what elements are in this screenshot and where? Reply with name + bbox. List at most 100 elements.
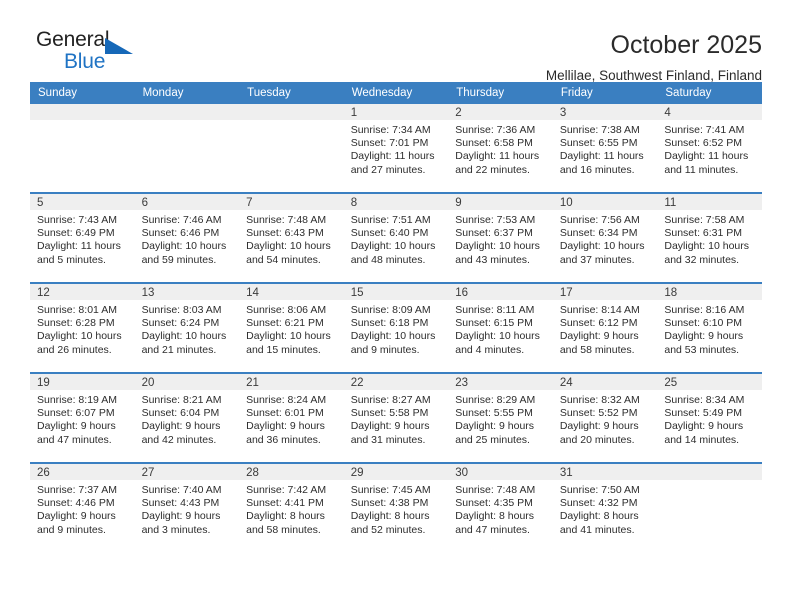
calendar-day-cell[interactable]: 18 Sunrise: 8:16 AM Sunset: 6:10 PM Dayligh… [657, 282, 762, 373]
sunrise-text: Sunrise: 7:41 AM [664, 124, 745, 136]
calendar-day-cell[interactable]: 1 Sunrise: 7:34 AM Sunset: 7:01 PM Daylight… [343, 104, 449, 193]
calendar-day-cell[interactable]: 22 Sunrise: 8:27 AM Sunset: 5:58 PM Dayligh… [343, 372, 449, 463]
calendar-day-cell[interactable]: 17 Sunrise: 8:14 AM Sunset: 6:12 PM Dayligh… [552, 282, 658, 373]
calendar-day-cell[interactable]: 24 Sunrise: 8:32 AM Sunset: 5:52 PM Dayligh… [552, 372, 658, 463]
daylight-text: Daylight: 8 hours and 52 minutes. [350, 510, 430, 536]
logo-text-blue: Blue [64, 50, 106, 73]
calendar-day-cell[interactable]: 10 Sunrise: 7:56 AM Sunset: 6:34 PM Dayligh… [552, 192, 658, 283]
day-details: Sunrise: 8:24 AM Sunset: 6:01 PM Daylight:… [239, 390, 344, 447]
calendar-day-cell[interactable]: 9 Sunrise: 7:53 AM Sunset: 6:37 PM Daylight… [448, 192, 553, 283]
sunset-text: Sunset: 7:01 PM [350, 137, 429, 150]
calendar-day-cell[interactable]: 14 Sunrise: 8:06 AM Sunset: 6:21 PM Dayligh… [239, 282, 344, 373]
calendar-day-cell[interactable]: 19 Sunrise: 8:19 AM Sunset: 6:07 PM Dayligh… [30, 372, 135, 463]
sunset-text: Sunset: 4:38 PM [350, 497, 429, 510]
day-details: Sunrise: 7:42 AM Sunset: 4:41 PM Daylight:… [239, 480, 344, 537]
calendar-day-cell[interactable]: 15 Sunrise: 8:09 AM Sunset: 6:18 PM Dayligh… [343, 282, 449, 373]
calendar-day-cell[interactable]: 4 Sunrise: 7:41 AM Sunset: 6:52 PM Daylight… [657, 104, 762, 193]
daylight-text: Daylight: 11 hours and 16 minutes. [559, 150, 644, 176]
day-number: 3 [552, 104, 658, 120]
title-block: October 2025 Mellilae, Southwest Finland… [546, 28, 762, 86]
calendar-day-cell[interactable]: 26 Sunrise: 7:37 AM Sunset: 4:46 PM Dayligh… [30, 462, 135, 552]
sunrise-text: Sunrise: 8:34 AM [664, 394, 745, 406]
day-details: Sunrise: 7:38 AM Sunset: 6:55 PM Daylight:… [553, 120, 658, 177]
calendar-day-cell[interactable]: 16 Sunrise: 8:11 AM Sunset: 6:15 PM Dayligh… [448, 282, 553, 373]
calendar-day-cell[interactable]: 31 Sunrise: 7:50 AM Sunset: 4:32 PM Dayligh… [552, 462, 658, 552]
day-number: 16 [448, 284, 553, 300]
sunset-text: Sunset: 5:55 PM [455, 407, 533, 420]
calendar-page: General Blue October 2025 Mellilae, Sout… [0, 0, 792, 612]
day-details: Sunrise: 8:19 AM Sunset: 6:07 PM Daylight:… [30, 390, 135, 447]
day-details: Sunrise: 7:56 AM Sunset: 6:34 PM Daylight:… [553, 210, 658, 267]
sunset-text: Sunset: 5:52 PM [559, 407, 638, 420]
sunrise-text: Sunrise: 8:06 AM [246, 304, 327, 316]
sunset-text: Sunset: 6:52 PM [664, 137, 743, 150]
day-details: Sunrise: 8:01 AM Sunset: 6:28 PM Daylight:… [30, 300, 135, 357]
page-title: October 2025 [610, 31, 763, 59]
day-number: 10 [552, 194, 658, 210]
calendar-day-cell[interactable]: 12 Sunrise: 8:01 AM Sunset: 6:28 PM Dayligh… [30, 282, 135, 373]
day-number: 30 [448, 464, 553, 480]
day-details: Sunrise: 8:34 AM Sunset: 5:49 PM Daylight:… [657, 390, 762, 447]
calendar-day-cell[interactable]: 20 Sunrise: 8:21 AM Sunset: 6:04 PM Dayligh… [134, 372, 240, 463]
day-details: Sunrise: 7:53 AM Sunset: 6:37 PM Daylight:… [448, 210, 553, 267]
daylight-text: Daylight: 11 hours and 11 minutes. [664, 150, 749, 176]
calendar-day-cell[interactable]: 29 Sunrise: 7:45 AM Sunset: 4:38 PM Dayligh… [343, 462, 449, 552]
calendar-day-cell-empty [134, 104, 240, 193]
daylight-text: Daylight: 9 hours and 9 minutes. [37, 510, 116, 536]
day-number: 29 [343, 464, 449, 480]
calendar-day-cell[interactable]: 3 Sunrise: 7:38 AM Sunset: 6:55 PM Daylight… [552, 104, 658, 193]
calendar-day-cell[interactable]: 25 Sunrise: 8:34 AM Sunset: 5:49 PM Dayligh… [657, 372, 762, 463]
day-details: Sunrise: 7:40 AM Sunset: 4:43 PM Daylight:… [135, 480, 240, 537]
sunrise-text: Sunrise: 7:56 AM [559, 214, 640, 226]
logo-text-general: General [36, 28, 110, 51]
calendar-day-cell[interactable]: 27 Sunrise: 7:40 AM Sunset: 4:43 PM Dayligh… [134, 462, 240, 552]
day-details: Sunrise: 7:36 AM Sunset: 6:58 PM Daylight:… [448, 120, 553, 177]
sunrise-text: Sunrise: 7:37 AM [37, 484, 117, 496]
day-details: Sunrise: 8:03 AM Sunset: 6:24 PM Daylight:… [135, 300, 240, 357]
sunrise-text: Sunrise: 8:19 AM [37, 394, 117, 406]
daylight-text: Daylight: 10 hours and 15 minutes. [246, 330, 331, 356]
daylight-text: Daylight: 10 hours and 4 minutes. [455, 330, 540, 356]
daylight-text: Daylight: 9 hours and 58 minutes. [559, 330, 639, 356]
calendar-body: 1 Sunrise: 7:34 AM Sunset: 7:01 PM Daylight… [30, 104, 762, 552]
sunset-text: Sunset: 4:46 PM [37, 497, 115, 510]
sunset-text: Sunset: 6:28 PM [37, 317, 115, 330]
sunset-text: Sunset: 6:37 PM [455, 227, 533, 240]
day-details: Sunrise: 8:11 AM Sunset: 6:15 PM Daylight:… [448, 300, 553, 357]
weekday-header-monday: Monday [134, 82, 240, 104]
daylight-text: Daylight: 9 hours and 25 minutes. [455, 420, 535, 446]
day-number: 24 [552, 374, 658, 390]
sunset-text: Sunset: 5:58 PM [350, 407, 429, 420]
sunset-text: Sunset: 6:01 PM [246, 407, 324, 420]
day-number: 23 [448, 374, 553, 390]
day-details: Sunrise: 8:21 AM Sunset: 6:04 PM Daylight:… [135, 390, 240, 447]
calendar-day-cell[interactable]: 11 Sunrise: 7:58 AM Sunset: 6:31 PM Dayligh… [657, 192, 762, 283]
sunrise-text: Sunrise: 7:40 AM [141, 484, 222, 496]
daylight-text: Daylight: 10 hours and 59 minutes. [141, 240, 227, 266]
calendar-day-cell[interactable]: 30 Sunrise: 7:48 AM Sunset: 4:35 PM Dayligh… [448, 462, 553, 552]
calendar-day-cell[interactable]: 5 Sunrise: 7:43 AM Sunset: 6:49 PM Daylight… [30, 192, 135, 283]
calendar-day-cell[interactable]: 2 Sunrise: 7:36 AM Sunset: 6:58 PM Daylight… [448, 104, 553, 193]
daylight-text: Daylight: 10 hours and 21 minutes. [141, 330, 227, 356]
calendar-day-cell[interactable]: 8 Sunrise: 7:51 AM Sunset: 6:40 PM Daylight… [343, 192, 449, 283]
day-number [134, 104, 240, 120]
calendar-day-cell[interactable]: 28 Sunrise: 7:42 AM Sunset: 4:41 PM Dayligh… [239, 462, 344, 552]
sunset-text: Sunset: 4:43 PM [141, 497, 220, 510]
daylight-text: Daylight: 9 hours and 53 minutes. [664, 330, 744, 356]
general-blue-logo[interactable]: General Blue [30, 28, 156, 76]
calendar-day-cell[interactable]: 7 Sunrise: 7:48 AM Sunset: 6:43 PM Daylight… [239, 192, 344, 283]
sunrise-text: Sunrise: 7:45 AM [350, 484, 431, 496]
daylight-text: Daylight: 8 hours and 47 minutes. [455, 510, 535, 536]
calendar-week-row: 19 Sunrise: 8:19 AM Sunset: 6:07 PM Dayligh… [30, 372, 762, 463]
day-number: 17 [552, 284, 658, 300]
sunrise-text: Sunrise: 7:43 AM [37, 214, 117, 226]
daylight-text: Daylight: 10 hours and 26 minutes. [37, 330, 122, 356]
sunrise-text: Sunrise: 7:34 AM [350, 124, 431, 136]
day-details: Sunrise: 7:41 AM Sunset: 6:52 PM Daylight:… [657, 120, 762, 177]
calendar-day-cell[interactable]: 23 Sunrise: 8:29 AM Sunset: 5:55 PM Dayligh… [448, 372, 553, 463]
calendar-week-row: 12 Sunrise: 8:01 AM Sunset: 6:28 PM Dayligh… [30, 282, 762, 373]
calendar-day-cell[interactable]: 6 Sunrise: 7:46 AM Sunset: 6:46 PM Daylight… [134, 192, 240, 283]
calendar-day-cell[interactable]: 21 Sunrise: 8:24 AM Sunset: 6:01 PM Dayligh… [239, 372, 344, 463]
day-number: 25 [657, 374, 762, 390]
calendar-day-cell[interactable]: 13 Sunrise: 8:03 AM Sunset: 6:24 PM Dayligh… [134, 282, 240, 373]
